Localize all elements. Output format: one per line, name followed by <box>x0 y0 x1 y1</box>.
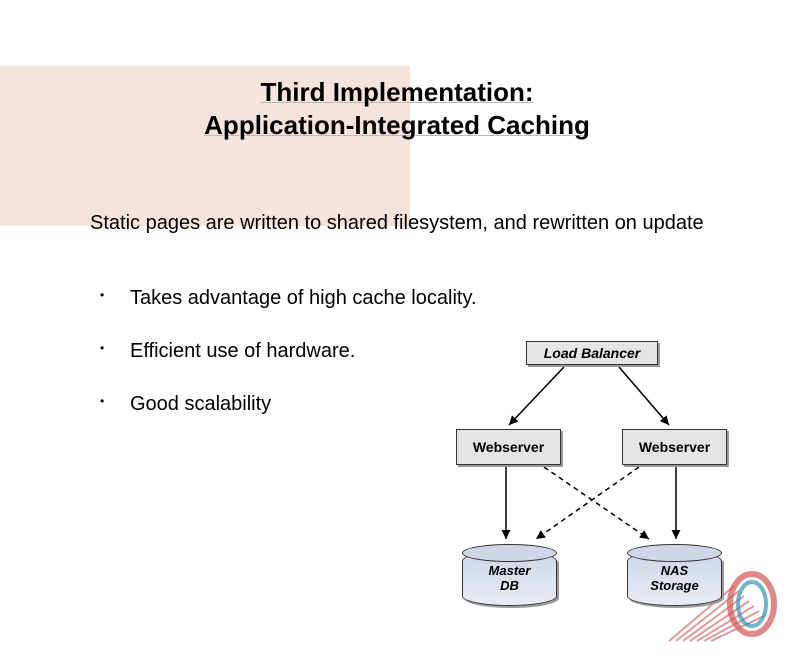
diagram-label: MasterDB <box>489 564 531 593</box>
diagram-webserver-1: Webserver <box>456 429 561 465</box>
diagram-label: Webserver <box>639 439 710 455</box>
title-line-2: Application-Integrated Caching <box>204 110 590 140</box>
list-item: Takes advantage of high cache locality. <box>100 286 744 311</box>
diagram-label: Webserver <box>473 439 544 455</box>
diagram-label: NASStorage <box>650 564 698 593</box>
diagram-webserver-2: Webserver <box>622 429 727 465</box>
slide-title: Third Implementation: Application-Integr… <box>0 76 794 141</box>
title-line-1: Third Implementation: <box>261 77 534 107</box>
diagram-master-db: MasterDB <box>462 551 557 606</box>
diagram-nas-storage: NASStorage <box>627 551 722 606</box>
lead-text: Static pages are written to shared files… <box>90 211 744 236</box>
diagram-label: Load Balancer <box>544 345 640 361</box>
diagram-load-balancer: Load Balancer <box>526 341 658 365</box>
